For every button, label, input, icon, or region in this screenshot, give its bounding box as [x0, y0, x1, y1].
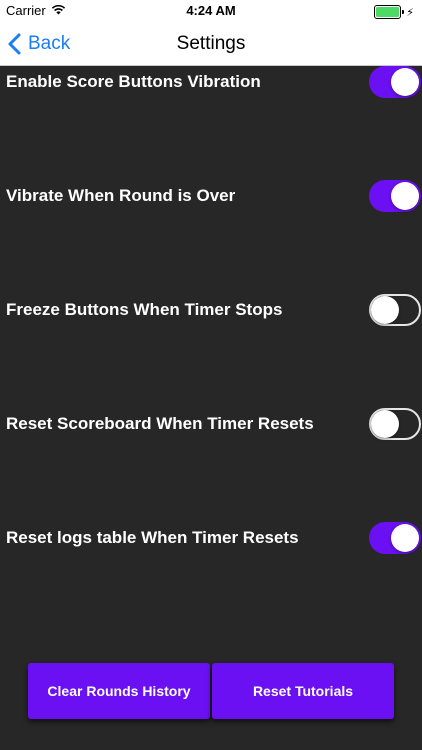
setting-row-reset-scoreboard: Reset Scoreboard When Timer Resets [0, 408, 422, 442]
setting-row-round-over-vibration: Vibrate When Round is Over [0, 180, 422, 214]
navigation-bar: Back Settings [0, 22, 422, 66]
toggle-knob [371, 296, 399, 324]
clear-rounds-history-button[interactable]: Clear Rounds History [28, 663, 210, 719]
setting-label: Reset Scoreboard When Timer Resets [6, 414, 314, 433]
setting-row-freeze-buttons: Freeze Buttons When Timer Stops [0, 294, 422, 328]
bottom-action-bar: Clear Rounds History Reset Tutorials [28, 663, 394, 719]
battery-indicator: ⚡︎ [374, 5, 414, 19]
setting-row-reset-logs: Reset logs table When Timer Resets [0, 522, 422, 556]
freeze-buttons-toggle[interactable] [369, 294, 421, 326]
battery-tip [402, 10, 405, 14]
setting-label: Vibrate When Round is Over [6, 186, 236, 205]
score-vibration-toggle[interactable] [369, 66, 421, 98]
toggle-knob [371, 410, 399, 438]
setting-row-score-vibration: Enable Score Buttons Vibration [0, 66, 422, 100]
setting-label: Freeze Buttons When Timer Stops [6, 300, 283, 319]
toggle-knob [391, 68, 419, 96]
reset-scoreboard-toggle[interactable] [369, 408, 421, 440]
toggle-knob [391, 524, 419, 552]
toggle-knob [391, 182, 419, 210]
round-over-vibration-toggle[interactable] [369, 180, 421, 212]
reset-tutorials-button[interactable]: Reset Tutorials [212, 663, 394, 719]
page-title: Settings [176, 33, 246, 54]
reset-logs-toggle[interactable] [369, 522, 421, 554]
battery-icon [374, 5, 402, 19]
setting-label: Enable Score Buttons Vibration [6, 72, 261, 91]
battery-level [376, 7, 400, 17]
setting-label: Reset logs table When Timer Resets [6, 528, 299, 547]
charging-bolt-icon: ⚡︎ [406, 6, 414, 19]
status-bar: Carrier 4:24 AM ⚡︎ [0, 0, 422, 22]
status-time: 4:24 AM [186, 3, 236, 18]
